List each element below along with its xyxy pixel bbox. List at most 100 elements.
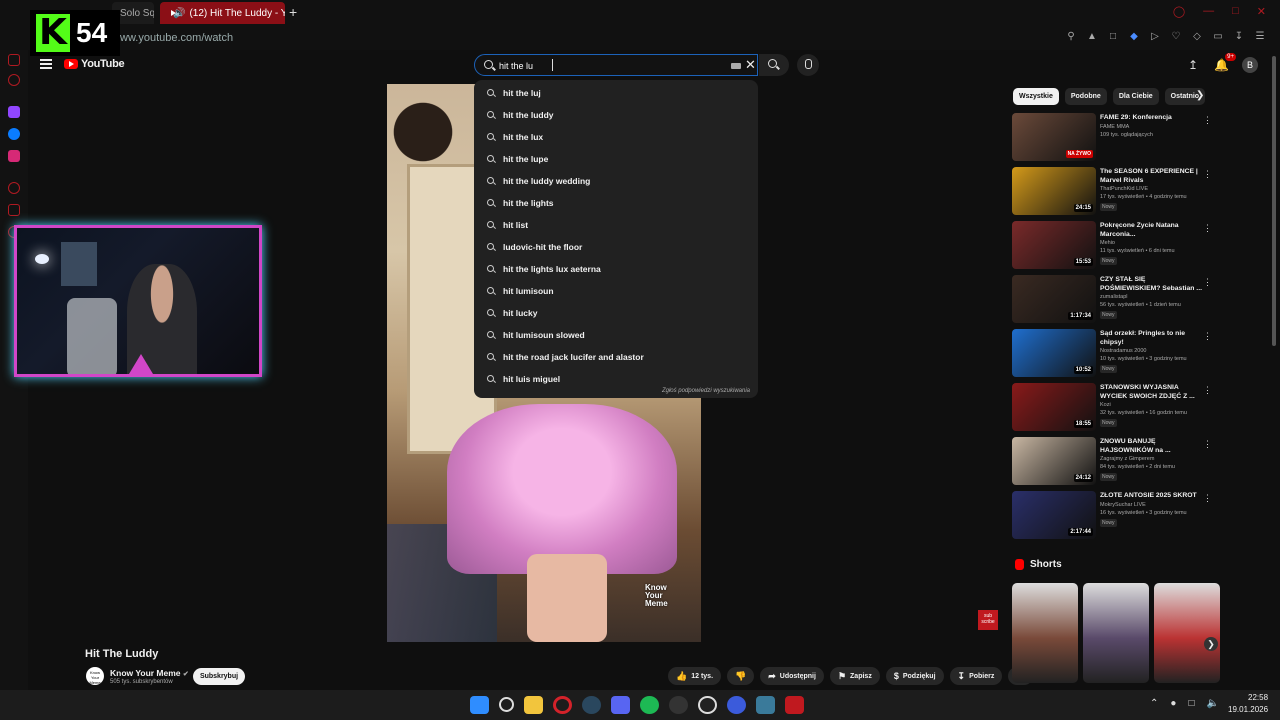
more-options-icon[interactable]: ⋮ [1203,115,1212,126]
channel-name[interactable]: Know Your Meme ✔ [110,668,189,678]
recommended-video[interactable]: 15:53 Pokręcone Życie Natana Marconia... M… [1012,221,1218,275]
filter-chip[interactable]: Podobne [1064,88,1107,105]
recommended-video-channel[interactable]: FAME MMA [1100,124,1129,130]
video-thumbnail[interactable]: 24:12 [1012,437,1096,485]
recommended-video-title[interactable]: ZNOWU BANUJĘ HAJSOWNIKÓW na ... [1100,438,1204,455]
shorts-next-button[interactable]: ❯ [1204,637,1218,651]
recommended-video-channel[interactable]: ThatPunchKid LIVE [1100,186,1148,192]
recommended-video[interactable]: 1:17:34 CZY STAŁ SIĘ POŚMIEWISKIEM? Sebas… [1012,275,1218,329]
search-suggestion[interactable]: hit luis miguel [474,368,758,390]
url-field[interactable]: ww.youtube.com/watch [120,32,233,44]
search-button[interactable] [759,54,789,76]
search-suggestion[interactable]: hit the lux [474,126,758,148]
messenger-icon[interactable] [8,128,20,140]
monitor-icon[interactable] [756,696,775,714]
download-icon[interactable]: ↧ [1233,31,1245,43]
obs-icon[interactable] [698,696,717,714]
chevron-right-icon[interactable]: ❯ [1196,90,1204,101]
search-suggestion[interactable]: hit the lupe [474,148,758,170]
report-suggestions-link[interactable]: Zgłoś podpowiedzi wyszukiwania [662,388,750,394]
search-suggestion[interactable]: hit the luddy wedding [474,170,758,192]
channel-avatar[interactable]: Know Your Meme [86,667,104,685]
recommended-video-channel[interactable]: zumalistapl [1100,294,1128,300]
video-thumbnail[interactable]: NA ŻYWO [1012,113,1096,161]
search-suggestion[interactable]: hit the road jack lucifer and alastor [474,346,758,368]
recommended-video-channel[interactable]: Nostradamus 2000 [1100,348,1146,354]
share-button[interactable]: ➦ Udostępnij [760,667,824,685]
page-scrollbar[interactable] [1272,56,1276,346]
extensions-icon[interactable]: ◇ [1191,31,1203,43]
account-avatar[interactable]: B [1242,57,1258,73]
zoom-icon[interactable]: ⚲ [1065,31,1077,43]
play-icon[interactable]: ▷ [1149,31,1161,43]
steam-icon[interactable] [582,696,601,714]
keyboard-icon[interactable] [731,63,741,69]
recommended-video-title[interactable]: STANOWSKI WYJAŚNIA WYCIEK SWOICH ZDJĘĆ Z… [1100,384,1204,401]
opera-icon[interactable] [553,696,572,714]
like-button[interactable]: 👍 12 tys. [668,667,722,685]
more-options-icon[interactable]: ⋮ [1203,331,1212,342]
maximize-icon[interactable]: □ [1232,5,1239,18]
shield-icon[interactable]: ◆ [1128,31,1140,43]
menu-icon[interactable]: ☰ [1254,31,1266,43]
video-thumbnail[interactable]: 24:15 [1012,167,1096,215]
video-thumbnail[interactable]: 1:17:34 [1012,275,1096,323]
more-options-icon[interactable]: ⋮ [1203,277,1212,288]
search-suggestion[interactable]: hit the lights [474,192,758,214]
more-options-icon[interactable]: ⋮ [1203,493,1212,504]
search-suggestion[interactable]: hit lucky [474,302,758,324]
tray-chevron-icon[interactable]: ⌃ [1150,698,1158,709]
instagram-icon[interactable] [8,150,20,162]
recommended-video-channel[interactable]: Kozi [1100,402,1111,408]
recommended-video[interactable]: 10:52 Sąd orzekł: Pringles to nie chipsy!… [1012,329,1218,383]
search-suggestion[interactable]: hit lumisoun slowed [474,324,758,346]
wallet-icon[interactable]: ▭ [1212,31,1224,43]
search-tabs-icon[interactable]: ◯ [1173,5,1185,18]
recommended-video-title[interactable]: ZŁOTE ANTOSIE 2025 SKRÓT [1100,492,1204,501]
search-suggestion[interactable]: hit the luddy [474,104,758,126]
short-thumbnail[interactable] [1083,583,1149,683]
search-suggestion[interactable]: ludovic-hit the floor [474,236,758,258]
sidebar-app-icon[interactable] [8,54,20,66]
more-options-icon[interactable]: ⋮ [1203,439,1212,450]
sidebar-ai-icon[interactable] [8,74,20,86]
filter-chip[interactable]: Wszystkie [1013,88,1059,105]
more-options-icon[interactable]: ⋮ [1203,385,1212,396]
history-icon[interactable] [8,182,20,194]
spotify-icon[interactable] [640,696,659,714]
recommended-video-title[interactable]: The SEASON 6 EXPERIENCE | Marvel Rivals [1100,168,1204,185]
clear-search-button[interactable]: ✕ [745,57,756,73]
download-button[interactable]: ↧ Pobierz [949,667,1003,685]
browser-tab-active[interactable]: 🔊 (12) Hit The Luddy - Y... [160,2,285,24]
recommended-video-channel[interactable]: MokrySuchar LIVE [1100,502,1146,508]
recommended-video-channel[interactable]: Mehio [1100,240,1115,246]
volume-icon[interactable]: 🔈 [1206,698,1218,709]
discord-icon[interactable] [611,696,630,714]
minimize-icon[interactable]: — [1203,5,1214,18]
search-suggestion[interactable]: hit the luj [474,82,758,104]
recommended-video[interactable]: 24:15 The SEASON 6 EXPERIENCE | Marvel Ri… [1012,167,1218,221]
microphone-icon[interactable]: ● [1170,698,1176,709]
short-thumbnail[interactable] [1012,583,1078,683]
dislike-button[interactable]: 👎 [727,667,755,685]
recommended-video-channel[interactable]: Zagrajmy z Gimperem [1100,456,1154,462]
video-thumbnail[interactable]: 10:52 [1012,329,1096,377]
search-box[interactable]: ✕ [474,54,758,76]
upload-icon[interactable]: ↥ [1186,58,1200,72]
heart-icon[interactable]: ♡ [1170,31,1182,43]
save-button[interactable]: ⚑ Zapisz [829,667,880,685]
search-input[interactable] [499,59,699,73]
thanks-button[interactable]: $ Podziękuj [885,667,944,685]
recommended-video-title[interactable]: Pokręcone Życie Natana Marconia... [1100,222,1204,239]
notifications-bell-icon[interactable]: 🔔 9+ [1214,53,1236,72]
voicemod-icon[interactable] [785,696,804,714]
windows-start-icon[interactable] [470,696,489,714]
bookmarks-icon[interactable] [8,204,20,216]
search-suggestion[interactable]: hit lumisoun [474,280,758,302]
recommended-video-title[interactable]: CZY STAŁ SIĘ POŚMIEWISKIEM? Sebastian ..… [1100,276,1204,293]
twitch-icon[interactable] [8,106,20,118]
recommended-video[interactable]: NA ŻYWO FAME 29: Konferencja FAME MMA 109 t… [1012,113,1218,167]
search-suggestion[interactable]: hit list [474,214,758,236]
search-icon[interactable] [499,697,514,712]
close-icon[interactable]: ✕ [1257,5,1266,18]
